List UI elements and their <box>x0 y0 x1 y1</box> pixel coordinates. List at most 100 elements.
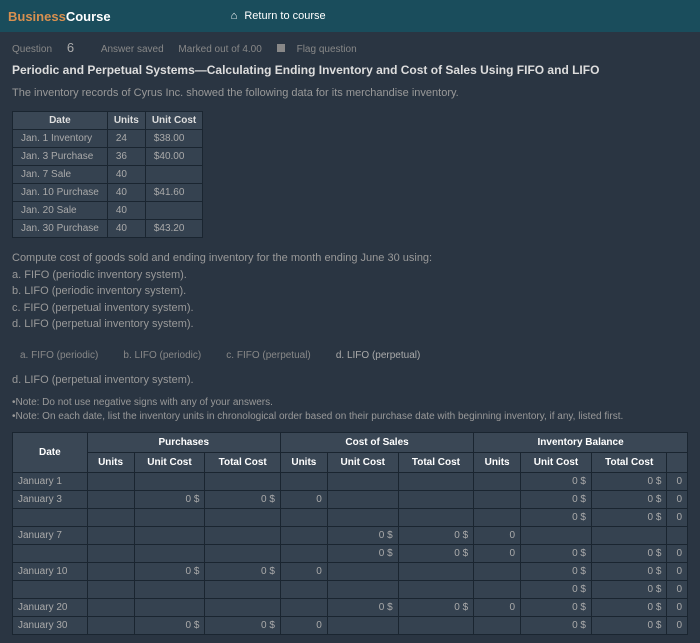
cell-input[interactable]: 0 <box>667 616 688 634</box>
cell-input[interactable]: 0 <box>280 562 327 580</box>
cell-input[interactable] <box>327 490 398 508</box>
cell-input[interactable]: 0 <box>667 508 688 526</box>
cell-input[interactable] <box>134 526 205 544</box>
cell-input[interactable] <box>521 526 592 544</box>
cell-input[interactable]: 0 $ <box>591 616 666 634</box>
cell-input[interactable] <box>474 472 521 490</box>
cell-input[interactable]: 0 <box>474 526 521 544</box>
cell-input[interactable] <box>134 580 205 598</box>
cell-input[interactable] <box>280 580 327 598</box>
cell-input[interactable] <box>87 490 134 508</box>
cell-input[interactable]: 0 <box>667 472 688 490</box>
cell-input[interactable]: 0 $ <box>205 490 280 508</box>
cell-input[interactable]: 0 $ <box>398 598 473 616</box>
cell-input[interactable] <box>280 472 327 490</box>
cell-input[interactable]: 0 $ <box>134 490 205 508</box>
cell-input[interactable]: 0 $ <box>521 562 592 580</box>
cell-input[interactable] <box>205 544 280 562</box>
cell-input[interactable] <box>398 616 473 634</box>
cell-input[interactable]: 0 $ <box>205 616 280 634</box>
cell-input[interactable] <box>87 526 134 544</box>
cell-input[interactable]: 0 $ <box>327 526 398 544</box>
cell-input[interactable]: 0 <box>474 598 521 616</box>
cell-input[interactable]: 0 $ <box>591 580 666 598</box>
cell-input[interactable] <box>87 472 134 490</box>
cell-input[interactable] <box>474 580 521 598</box>
cell-input[interactable]: 0 $ <box>521 490 592 508</box>
cell-input[interactable] <box>591 526 666 544</box>
tab-fifo-periodic[interactable]: a. FIFO (periodic) <box>12 347 106 364</box>
cell-input[interactable]: 0 $ <box>591 490 666 508</box>
cell-input[interactable] <box>398 562 473 580</box>
cell-input[interactable] <box>134 598 205 616</box>
cell-input[interactable]: 0 <box>667 580 688 598</box>
cell-input[interactable]: 0 $ <box>398 526 473 544</box>
cell-input[interactable]: 0 $ <box>521 598 592 616</box>
cell-input[interactable]: 0 <box>280 490 327 508</box>
cell-input[interactable] <box>205 580 280 598</box>
cell-input[interactable] <box>87 544 134 562</box>
cell-input[interactable] <box>327 472 398 490</box>
cell-input[interactable]: 0 <box>474 544 521 562</box>
cell-input[interactable] <box>205 472 280 490</box>
cell-input[interactable]: 0 $ <box>521 472 592 490</box>
cell-date: January 30 <box>13 616 88 634</box>
tab-fifo-perpetual[interactable]: c. FIFO (perpetual) <box>218 347 318 364</box>
cell-input[interactable] <box>327 616 398 634</box>
cell-input[interactable] <box>327 562 398 580</box>
cell-input[interactable] <box>205 598 280 616</box>
cell-input[interactable] <box>134 508 205 526</box>
cell-input[interactable] <box>205 526 280 544</box>
cell-input[interactable]: 0 $ <box>398 544 473 562</box>
cell-input[interactable] <box>474 490 521 508</box>
cell-input[interactable] <box>87 580 134 598</box>
marked-out: Marked out of 4.00 <box>178 44 261 55</box>
table-row: Jan. 10 Purchase40$41.60 <box>13 184 203 202</box>
cell-input[interactable]: 0 $ <box>521 616 592 634</box>
compute-c: c. FIFO (perpetual inventory system). <box>12 300 688 317</box>
cell-input[interactable] <box>87 616 134 634</box>
cell-input[interactable] <box>87 508 134 526</box>
cell-input[interactable] <box>280 544 327 562</box>
cell-input[interactable]: 0 $ <box>591 598 666 616</box>
return-link[interactable]: ⌂ Return to course <box>231 10 326 22</box>
cell-input[interactable] <box>327 580 398 598</box>
cell-input[interactable]: 0 $ <box>591 472 666 490</box>
tab-lifo-perpetual[interactable]: d. LIFO (perpetual) <box>328 347 428 364</box>
cell-input[interactable]: 0 <box>280 616 327 634</box>
cell-input[interactable] <box>398 472 473 490</box>
cell-input[interactable] <box>398 490 473 508</box>
cell-input[interactable]: 0 $ <box>327 544 398 562</box>
cell-input[interactable] <box>474 508 521 526</box>
cell-input[interactable]: 0 $ <box>134 562 205 580</box>
cell-input[interactable] <box>398 580 473 598</box>
cell-input[interactable]: 0 $ <box>521 508 592 526</box>
cell-input[interactable] <box>280 526 327 544</box>
cell-input[interactable]: 0 $ <box>521 580 592 598</box>
cell-input[interactable] <box>280 598 327 616</box>
cell-input[interactable]: 0 $ <box>327 598 398 616</box>
cell-input[interactable] <box>398 508 473 526</box>
cell-input[interactable] <box>474 616 521 634</box>
cell-input[interactable] <box>134 544 205 562</box>
cell-input[interactable] <box>474 562 521 580</box>
cell-input[interactable]: 0 $ <box>591 508 666 526</box>
cell-input[interactable]: 0 $ <box>205 562 280 580</box>
cell-input[interactable] <box>280 508 327 526</box>
cell-input[interactable]: 0 <box>667 598 688 616</box>
cell-input[interactable]: 0 $ <box>591 562 666 580</box>
cell-input[interactable] <box>87 598 134 616</box>
cell-input[interactable] <box>667 526 688 544</box>
cell-input[interactable]: 0 <box>667 562 688 580</box>
cell-input[interactable]: 0 $ <box>134 616 205 634</box>
cell-input[interactable] <box>205 508 280 526</box>
cell-input[interactable]: 0 <box>667 544 688 562</box>
cell-input[interactable] <box>327 508 398 526</box>
cell-input[interactable]: 0 $ <box>591 544 666 562</box>
flag-question[interactable]: Flag question <box>277 44 369 55</box>
cell-input[interactable] <box>134 472 205 490</box>
cell-input[interactable] <box>87 562 134 580</box>
cell-input[interactable]: 0 <box>667 490 688 508</box>
tab-lifo-periodic[interactable]: b. LIFO (periodic) <box>115 347 209 364</box>
cell-input[interactable]: 0 $ <box>521 544 592 562</box>
